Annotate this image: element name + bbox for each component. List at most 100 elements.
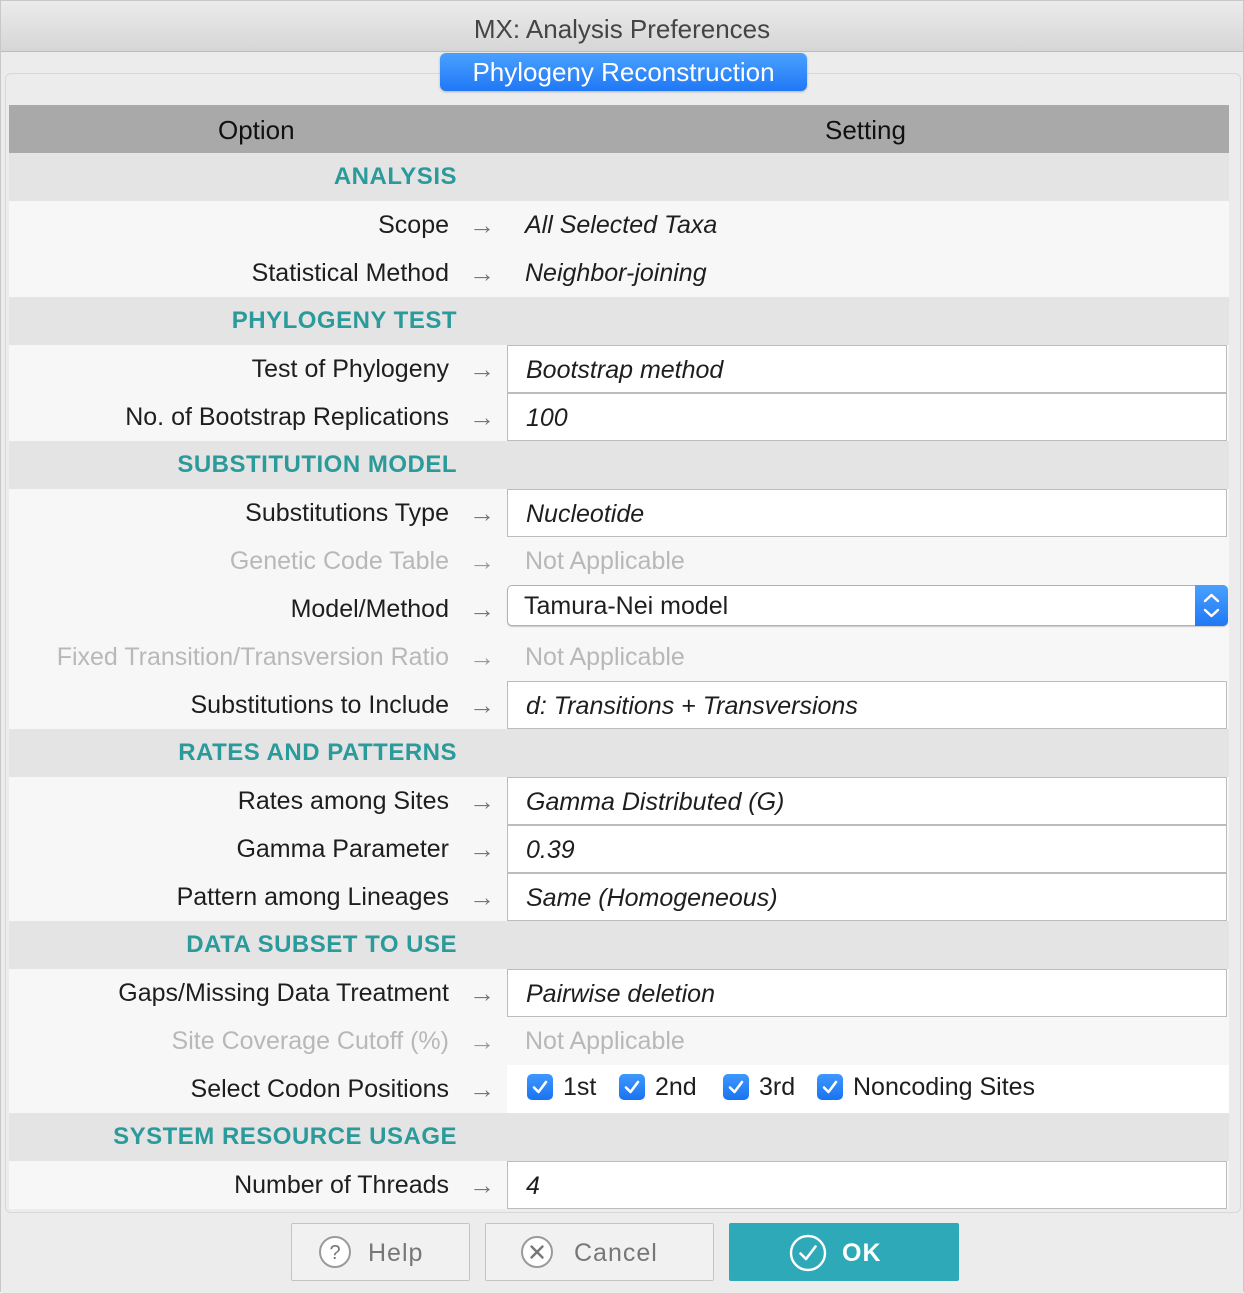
ok-button[interactable]: OK [729, 1223, 959, 1281]
substitutions-type-field[interactable]: Nucleotide [507, 489, 1227, 537]
arrow-right-icon: → [469, 210, 495, 240]
arrow-right-icon: → [469, 1026, 495, 1056]
section-substitution-model: SUBSTITUTION MODEL [9, 441, 1229, 489]
section-title: DATA SUBSET TO USE [186, 931, 457, 958]
section-title: SYSTEM RESOURCE USAGE [113, 1123, 457, 1150]
pattern-among-lineages-field[interactable]: Same (Homogeneous) [507, 873, 1227, 921]
row-statistical-method: Statistical Method → Neighbor-joining [9, 249, 1229, 297]
arrow-right-icon: → [469, 978, 495, 1008]
row-number-of-threads: Number of Threads → 4 [9, 1161, 1229, 1209]
row-scope: Scope → All Selected Taxa [9, 201, 1229, 249]
checkbox-label: 2nd [655, 1073, 697, 1101]
ok-button-label: OK [842, 1239, 882, 1267]
gamma-parameter-field[interactable]: 0.39 [507, 825, 1227, 873]
section-system-resource-usage: SYSTEM RESOURCE USAGE [9, 1113, 1229, 1161]
statistical-method-value[interactable]: Neighbor-joining [507, 249, 1227, 297]
option-label: Pattern among Lineages [176, 883, 449, 911]
option-label: Statistical Method [251, 259, 449, 287]
section-title: ANALYSIS [333, 163, 457, 190]
substitutions-to-include-field[interactable]: d: Transitions + Transversions [507, 681, 1227, 729]
site-coverage-cutoff-value: Not Applicable [525, 1027, 685, 1055]
help-button-label: Help [368, 1239, 424, 1267]
section-phylogeny-test: PHYLOGENY TEST [9, 297, 1229, 345]
option-label: Fixed Transition/Transversion Ratio [56, 643, 449, 671]
question-circle-icon: ? [318, 1235, 352, 1269]
option-label: Gaps/Missing Data Treatment [118, 979, 449, 1007]
row-substitutions-type: Substitutions Type → Nucleotide [9, 489, 1229, 537]
option-label: Test of Phylogeny [251, 355, 449, 383]
model-method-selected-value: Tamura-Nei model [524, 592, 729, 620]
codon-position-checkboxes: 1st 2nd 3rd Noncoding Sites [507, 1065, 1229, 1113]
rates-among-sites-field[interactable]: Gamma Distributed (G) [507, 777, 1227, 825]
arrow-right-icon: → [469, 594, 495, 624]
option-label: Genetic Code Table [229, 547, 449, 575]
checkmark-icon [723, 1074, 749, 1100]
model-method-select[interactable]: Tamura-Nei model [507, 585, 1228, 626]
section-title: PHYLOGENY TEST [231, 307, 457, 334]
arrow-right-icon: → [469, 1170, 495, 1200]
fixed-ratio-value: Not Applicable [525, 643, 685, 671]
row-genetic-code-table: Genetic Code Table → Not Applicable [9, 537, 1229, 585]
arrow-right-icon: → [469, 498, 495, 528]
arrow-right-icon: → [469, 402, 495, 432]
scope-value[interactable]: All Selected Taxa [507, 201, 1227, 249]
checkmark-icon [619, 1074, 645, 1100]
arrow-right-icon: → [469, 786, 495, 816]
section-title: RATES AND PATTERNS [178, 739, 457, 766]
check-circle-icon [788, 1233, 828, 1273]
row-model-method: Model/Method → Tamura-Nei model [9, 585, 1229, 633]
tab-phylogeny-reconstruction[interactable]: Phylogeny Reconstruction [440, 53, 807, 91]
arrow-right-icon: → [469, 882, 495, 912]
row-rates-among-sites: Rates among Sites → Gamma Distributed (G… [9, 777, 1229, 825]
row-substitutions-to-include: Substitutions to Include → d: Transition… [9, 681, 1229, 729]
genetic-code-table-value: Not Applicable [525, 547, 685, 575]
option-label: No. of Bootstrap Replications [125, 403, 449, 431]
number-of-threads-field[interactable]: 4 [507, 1161, 1227, 1209]
option-label: Substitutions Type [245, 499, 449, 527]
section-rates-and-patterns: RATES AND PATTERNS [9, 729, 1229, 777]
cancel-button[interactable]: Cancel [485, 1223, 714, 1281]
option-label: Gamma Parameter [236, 835, 449, 863]
close-circle-icon [520, 1235, 554, 1269]
checkmark-icon [817, 1074, 843, 1100]
arrow-right-icon: → [469, 1074, 495, 1104]
cancel-button-label: Cancel [574, 1239, 658, 1267]
help-button[interactable]: ? Help [291, 1223, 470, 1281]
row-pattern-among-lineages: Pattern among Lineages → Same (Homogeneo… [9, 873, 1229, 921]
grid-header: Option Setting [9, 105, 1229, 153]
arrow-right-icon: → [469, 546, 495, 576]
checkbox-label: Noncoding Sites [853, 1073, 1036, 1101]
section-title: SUBSTITUTION MODEL [177, 451, 457, 478]
option-label: Site Coverage Cutoff (%) [171, 1027, 449, 1055]
gaps-missing-data-field[interactable]: Pairwise deletion [507, 969, 1227, 1017]
section-analysis: ANALYSIS [9, 153, 1229, 201]
option-label: Model/Method [290, 595, 449, 623]
window-title: MX: Analysis Preferences [1, 1, 1243, 52]
row-select-codon-positions: Select Codon Positions → 1st 2nd 3rd Non… [9, 1065, 1229, 1113]
option-label: Rates among Sites [237, 787, 449, 815]
test-of-phylogeny-field[interactable]: Bootstrap method [507, 345, 1227, 393]
checkbox-label: 1st [563, 1073, 597, 1101]
select-stepper-icon[interactable] [1195, 585, 1228, 626]
option-label: Select Codon Positions [190, 1075, 449, 1103]
row-site-coverage-cutoff: Site Coverage Cutoff (%) → Not Applicabl… [9, 1017, 1229, 1065]
row-gamma-parameter: Gamma Parameter → 0.39 [9, 825, 1229, 873]
preferences-window: MX: Analysis Preferences Phylogeny Recon… [0, 0, 1244, 1293]
option-label: Substitutions to Include [190, 691, 450, 719]
checkmark-icon [527, 1074, 553, 1100]
setting-column-header: Setting [825, 115, 906, 145]
row-test-of-phylogeny: Test of Phylogeny → Bootstrap method [9, 345, 1229, 393]
arrow-right-icon: → [469, 258, 495, 288]
option-column-header: Option [218, 115, 295, 145]
row-bootstrap-replications: No. of Bootstrap Replications → 100 [9, 393, 1229, 441]
checkbox-label: 3rd [759, 1073, 796, 1101]
options-grid: Option Setting ANALYSIS Scope → All Sele… [9, 105, 1229, 1209]
arrow-right-icon: → [469, 642, 495, 672]
section-data-subset: DATA SUBSET TO USE [9, 921, 1229, 969]
arrow-right-icon: → [469, 354, 495, 384]
row-gaps-missing-data: Gaps/Missing Data Treatment → Pairwise d… [9, 969, 1229, 1017]
option-label: Number of Threads [234, 1171, 449, 1199]
bootstrap-replications-field[interactable]: 100 [507, 393, 1227, 441]
option-label: Scope [378, 211, 449, 239]
row-fixed-ratio: Fixed Transition/Transversion Ratio → No… [9, 633, 1229, 681]
